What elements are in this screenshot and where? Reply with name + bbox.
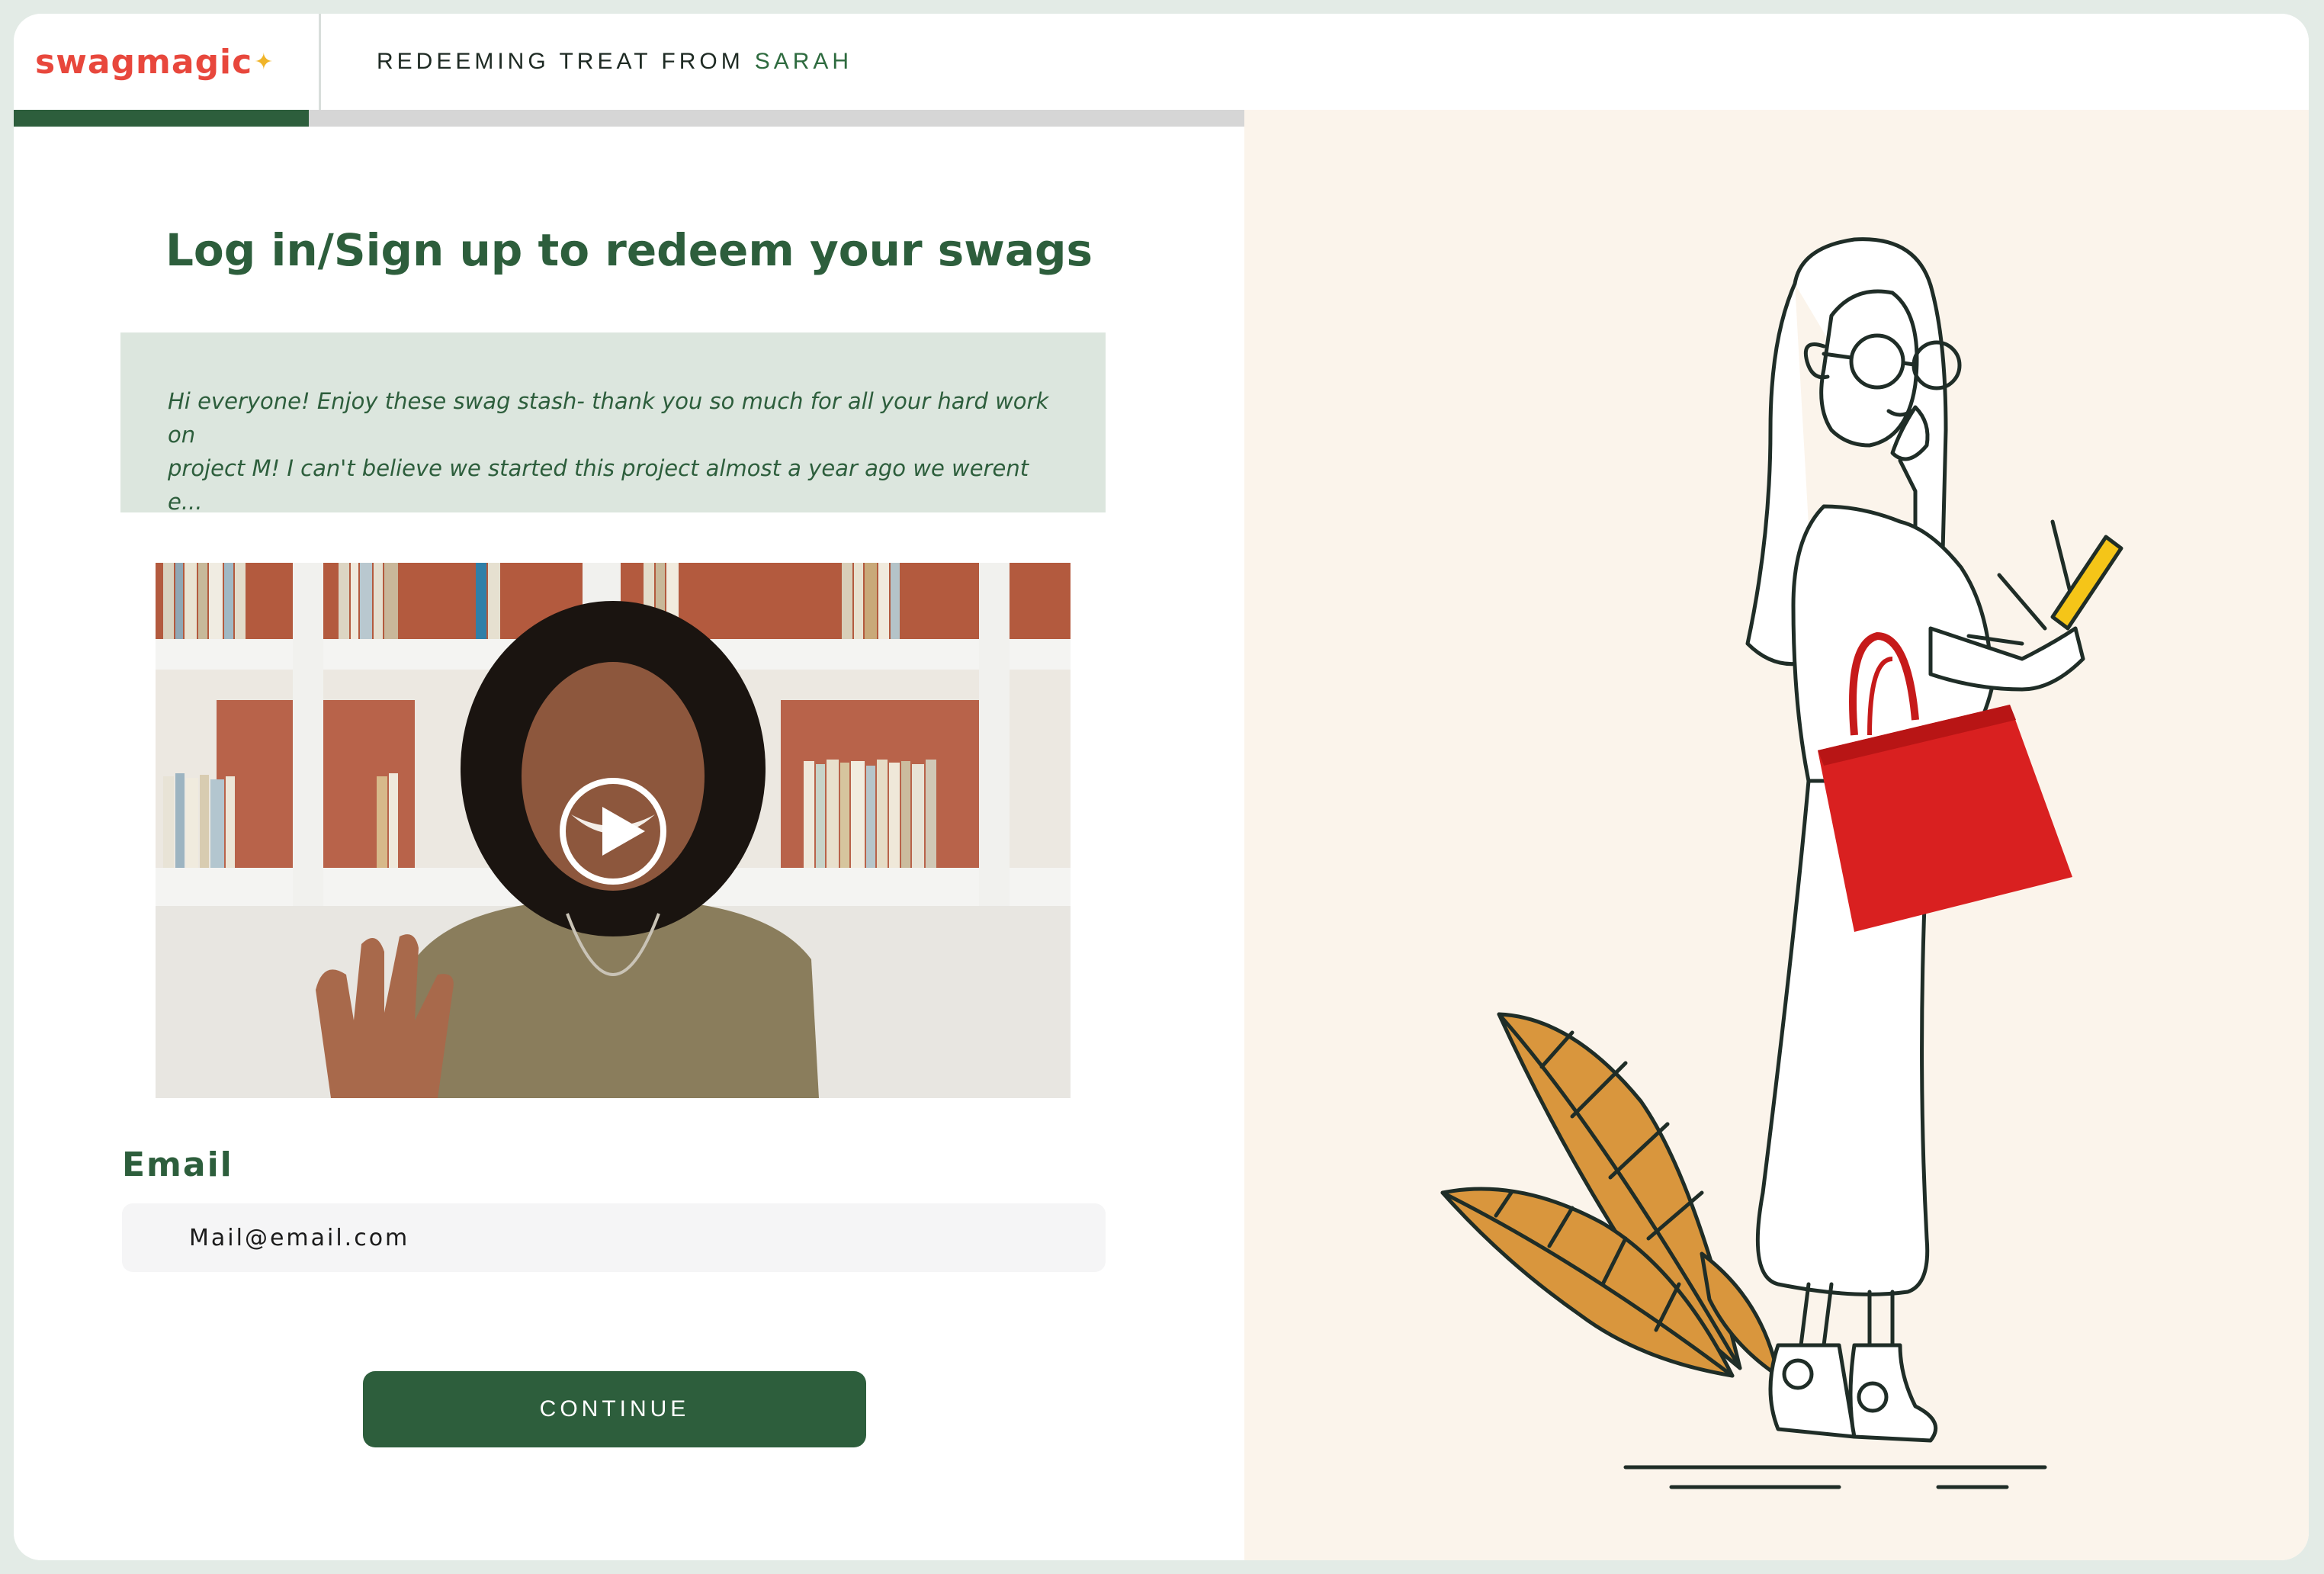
login-panel: Log in/Sign up to redeem your swags Hi e… bbox=[14, 127, 1244, 1560]
header-divider bbox=[319, 14, 321, 110]
sparkle-icon: ✦ bbox=[254, 48, 274, 75]
gift-message-line-1: Hi everyone! Enjoy these swag stash- tha… bbox=[168, 388, 1049, 448]
redeem-heading: REDEEMING TREAT FROM SARAH bbox=[377, 14, 852, 110]
sender-name: SARAH bbox=[754, 49, 853, 74]
logo[interactable]: swagmagic ✦ bbox=[14, 14, 319, 110]
progress-fill bbox=[14, 110, 310, 127]
app-window: swagmagic ✦ REDEEMING TREAT FROM SARAH L… bbox=[14, 14, 2309, 1560]
email-label: Email bbox=[122, 1145, 233, 1184]
continue-button[interactable]: CONTINUE bbox=[363, 1371, 866, 1447]
logo-text: swagmagic bbox=[35, 42, 253, 82]
video-player[interactable] bbox=[156, 563, 1071, 1098]
page-title: Log in/Sign up to redeem your swags bbox=[165, 224, 1093, 276]
redeem-prefix: REDEEMING TREAT FROM bbox=[377, 49, 744, 74]
gift-message-line-2: project M! I can't believe we started th… bbox=[168, 455, 1029, 512]
email-field[interactable] bbox=[122, 1203, 1106, 1272]
illustration-panel bbox=[1244, 110, 2309, 1560]
top-bar: swagmagic ✦ REDEEMING TREAT FROM SARAH bbox=[14, 14, 2309, 110]
woman-with-bag-illustration bbox=[1440, 237, 2123, 1489]
gift-message: Hi everyone! Enjoy these swag stash- tha… bbox=[120, 332, 1106, 512]
play-button[interactable] bbox=[560, 778, 666, 885]
progress-bar bbox=[14, 110, 1244, 127]
